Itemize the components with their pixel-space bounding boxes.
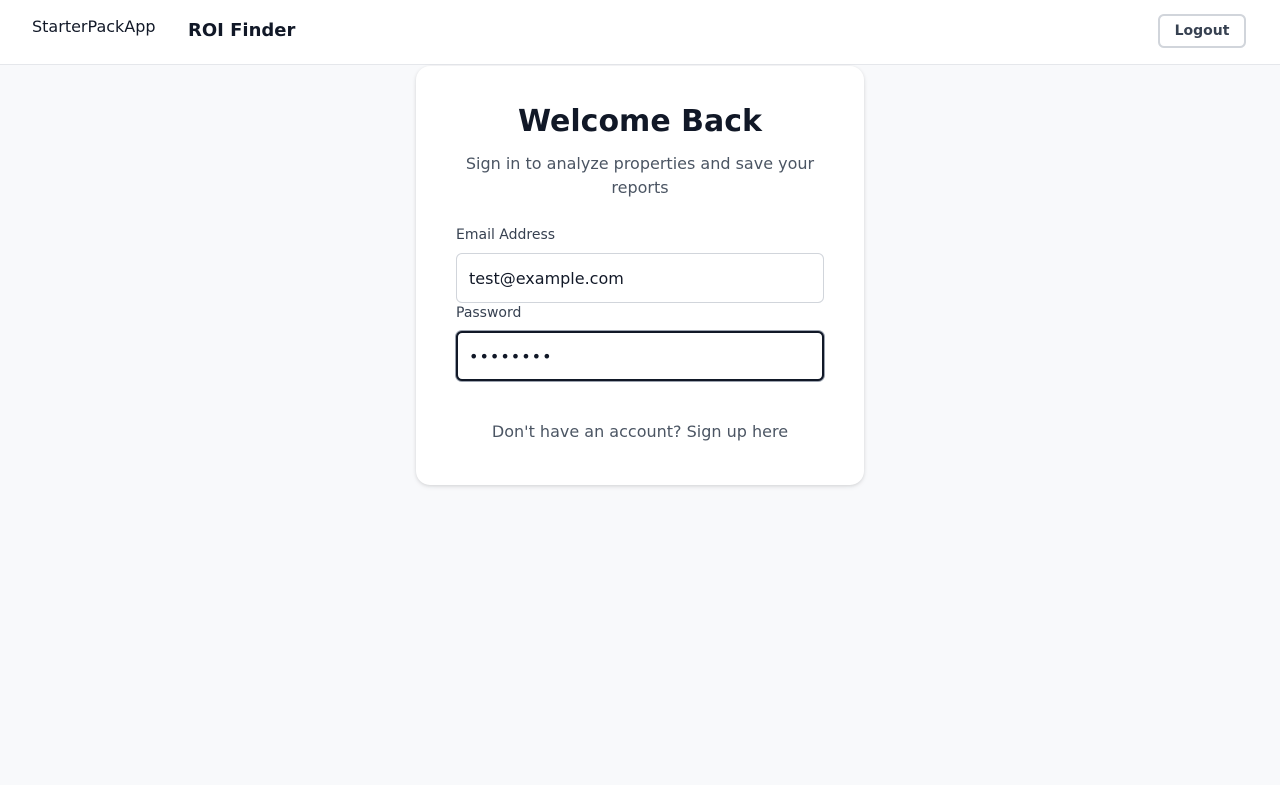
signup-prompt: Don't have an account? Sign up here [416,421,864,443]
signup-link[interactable]: Sign up here [687,422,788,441]
app-logo-image: StarterPackApp [32,17,156,39]
login-title: Welcome Back [518,104,762,139]
logout-button[interactable]: Logout [1158,14,1246,48]
email-field[interactable] [456,253,824,303]
logo-alt-text: StarterPackApp [32,17,156,36]
email-label: Email Address [456,227,556,243]
login-subtitle: Sign in to analyze properties and save y… [465,154,815,197]
password-label: Password [456,305,522,321]
password-field[interactable] [456,331,824,381]
login-card: Welcome Back Sign in to analyze properti… [416,66,864,485]
signup-prompt-text: Don't have an account? [491,422,682,441]
app-title: ROI Finder [188,20,296,41]
top-nav-bar: StarterPackApp ROI Finder Logout [0,0,1280,65]
